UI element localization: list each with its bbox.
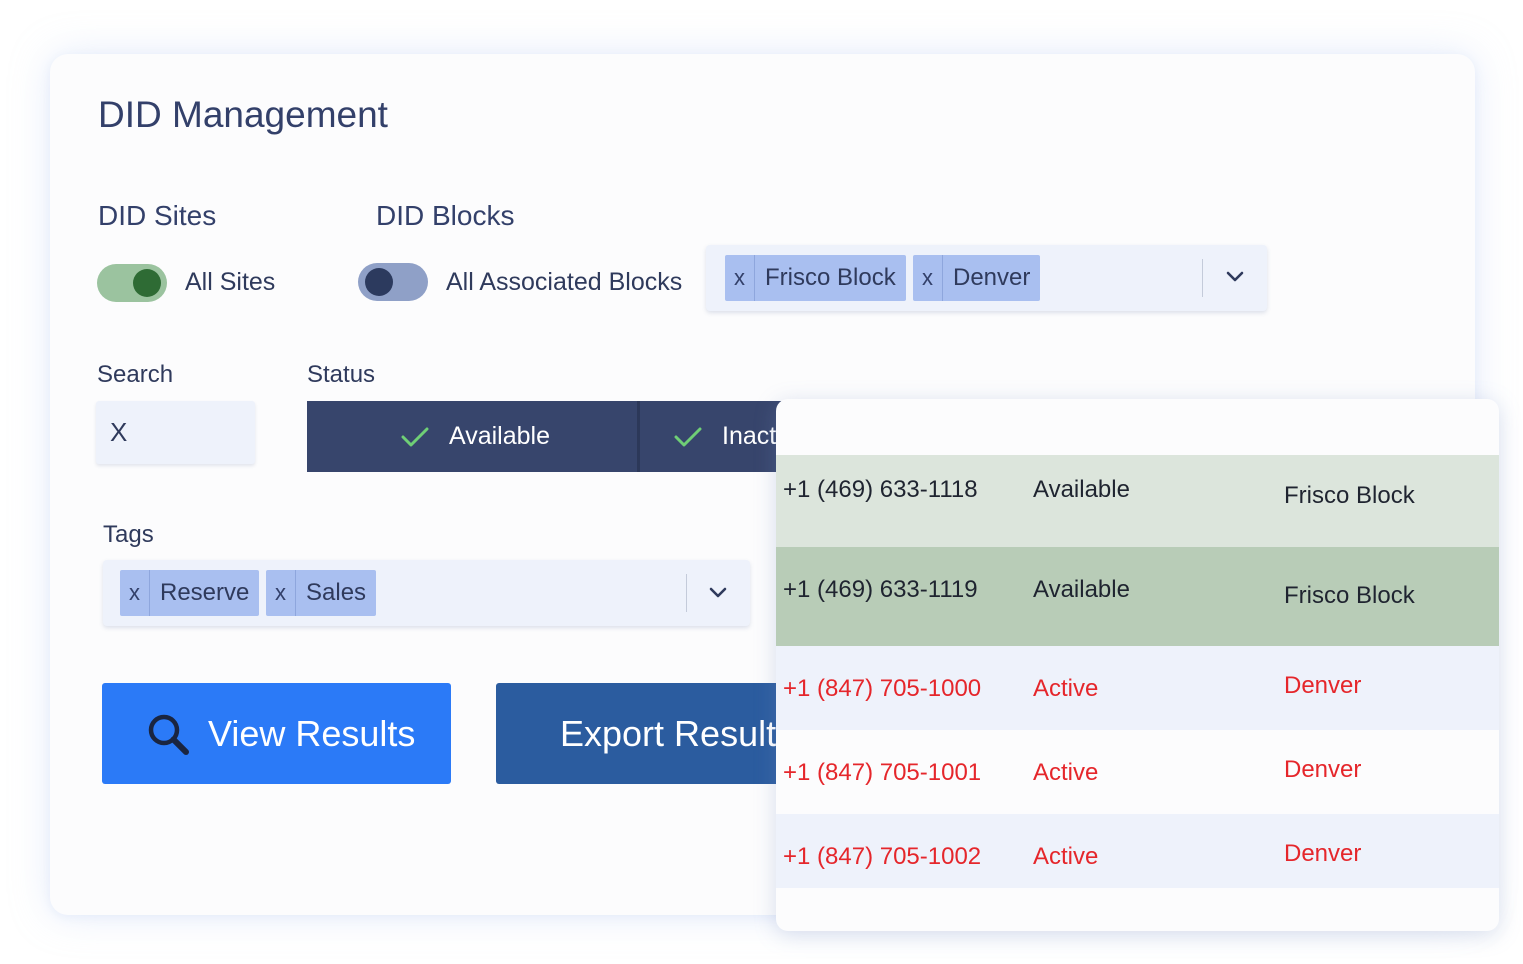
toggle-knob <box>365 268 393 296</box>
search-icon <box>148 714 189 755</box>
status-option-label: Available <box>449 422 551 450</box>
row-block: Denver <box>1284 672 1362 699</box>
export-results-label: Export Results <box>560 712 786 754</box>
status-option-inactive[interactable]: Inactive <box>674 401 787 472</box>
export-results-button[interactable]: Export Results <box>496 683 786 784</box>
phone-number: +1 (469) 633-1119 <box>783 576 978 603</box>
status-separator <box>637 401 640 472</box>
chip-label: Frisco Block <box>765 264 896 291</box>
toggle-knob <box>133 269 161 297</box>
tags-select[interactable]: x Reserve x Sales <box>103 560 750 626</box>
row-block: Denver <box>1284 840 1362 867</box>
select-divider <box>686 574 687 612</box>
chip-frisco-block: x Frisco Block <box>725 255 906 301</box>
tags-label: Tags <box>103 521 154 548</box>
did-sites-label: DID Sites <box>98 200 217 231</box>
phone-number: +1 (847) 705-1001 <box>783 759 982 786</box>
row-status: Active <box>1033 759 1099 786</box>
page-title: DID Management <box>98 94 388 135</box>
check-icon <box>401 427 429 446</box>
chevron-down-icon[interactable] <box>709 586 727 600</box>
row-block: Denver <box>1284 756 1362 783</box>
chip-remove-button[interactable]: x <box>120 570 150 616</box>
status-label: Status <box>307 361 376 388</box>
status-segmented-control: Available Inactive <box>307 401 787 472</box>
row-block: Frisco Block <box>1284 482 1415 509</box>
all-sites-toggle[interactable] <box>97 264 167 302</box>
all-sites-label: All Sites <box>185 268 276 296</box>
chip-sales: x Sales <box>266 570 377 616</box>
table-row[interactable]: +1 (469) 633-1119 Available Frisco Block <box>776 547 1499 646</box>
row-status: Active <box>1033 675 1099 702</box>
phone-number: +1 (469) 633-1118 <box>783 476 978 503</box>
chip-remove-button[interactable]: x <box>913 255 943 301</box>
row-status: Active <box>1033 843 1099 870</box>
all-associated-blocks-label: All Associated Blocks <box>446 268 683 296</box>
row-block: Frisco Block <box>1284 582 1415 609</box>
status-option-available[interactable]: Available <box>401 401 550 472</box>
table-row[interactable]: +1 (469) 633-1118 Available Frisco Block <box>776 455 1499 547</box>
chip-label: Reserve <box>160 579 250 606</box>
did-blocks-label: DID Blocks <box>376 200 515 231</box>
chip-reserve: x Reserve <box>120 570 260 616</box>
check-icon <box>674 427 702 446</box>
table-row[interactable]: +1 (847) 705-1002 Active Denver <box>776 814 1499 888</box>
results-panel: +1 (469) 633-1118 Available Frisco Block… <box>776 399 1499 931</box>
chip-denver: x Denver <box>913 255 1041 301</box>
search-label: Search <box>97 361 174 388</box>
chip-remove-button[interactable]: x <box>266 570 296 616</box>
did-blocks-select[interactable]: x Frisco Block x Denver <box>706 245 1267 311</box>
phone-number: +1 (847) 705-1002 <box>783 843 982 870</box>
chip-remove-button[interactable]: x <box>725 255 755 301</box>
chip-label: Sales <box>306 579 367 606</box>
search-input[interactable]: X <box>96 401 255 464</box>
phone-number: +1 (847) 705-1000 <box>783 675 982 702</box>
table-row[interactable]: +1 (847) 705-1000 Active Denver <box>776 646 1499 730</box>
row-status: Available <box>1033 576 1130 603</box>
table-row[interactable]: +1 (847) 705-1001 Active Denver <box>776 730 1499 814</box>
chip-label: Denver <box>953 264 1031 291</box>
row-status: Available <box>1033 476 1130 503</box>
select-divider <box>1202 259 1203 297</box>
view-results-label: View Results <box>208 712 416 754</box>
all-associated-blocks-toggle[interactable] <box>358 263 428 301</box>
chevron-down-icon[interactable] <box>1226 270 1244 284</box>
view-results-button[interactable]: View Results <box>102 683 451 784</box>
